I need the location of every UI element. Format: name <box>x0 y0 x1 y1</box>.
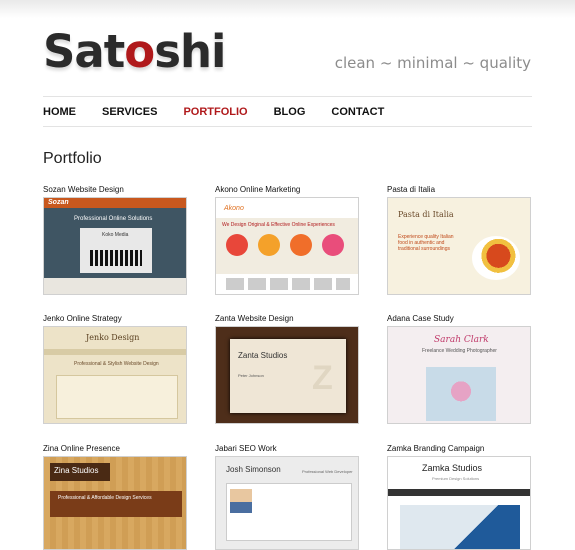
profile-photo-icon <box>230 489 252 513</box>
site-tagline: clean ~ minimal ~ quality <box>334 54 531 72</box>
portfolio-caption[interactable]: Jenko Online Strategy <box>43 314 187 326</box>
portfolio-caption[interactable]: Zanta Website Design <box>215 314 359 326</box>
z-watermark-icon: Z <box>312 359 333 397</box>
circle-icon <box>258 234 280 256</box>
thumb-headline: Professional Online Solutions <box>74 216 153 222</box>
portfolio-thumbnail[interactable]: Zina Studios Professional & Affordable D… <box>43 456 187 550</box>
divider-nav <box>43 126 532 127</box>
thumb-brand: Zanta Studios <box>238 351 288 360</box>
portfolio-thumbnail[interactable]: Akono We Design Original & Effective Onl… <box>215 197 359 295</box>
nav-blog[interactable]: BLOG <box>274 106 306 118</box>
thumb-headline: Premium Design Solutions <box>432 476 480 481</box>
portfolio-caption[interactable]: Adana Case Study <box>387 314 531 326</box>
thumb-headline: Professional Web Developer <box>302 469 353 474</box>
logo-text-start: Sat <box>43 25 125 78</box>
nav-portfolio[interactable]: PORTFOLIO <box>183 106 247 118</box>
portfolio-item[interactable]: Sozan Website Design Sozan Professional … <box>43 185 187 295</box>
thumb-footer <box>44 278 186 294</box>
site-logo[interactable]: Satoshi <box>43 25 226 78</box>
portfolio-item[interactable]: Zamka Branding Campaign Zamka Studios Pr… <box>387 444 531 550</box>
thumb-content <box>56 375 178 419</box>
portfolio-caption[interactable]: Zamka Branding Campaign <box>387 444 531 456</box>
portfolio-thumbnail[interactable]: Pasta di Italia Experience quality Itali… <box>387 197 531 295</box>
portfolio-item[interactable]: Zanta Website Design Zanta Studios Peter… <box>215 314 359 424</box>
portfolio-thumbnail[interactable]: Josh Simonson Professional Web Developer <box>215 456 359 550</box>
portfolio-caption[interactable]: Jabari SEO Work <box>215 444 359 456</box>
circle-icon <box>290 234 312 256</box>
thumb-sub: Koko Media <box>102 232 129 238</box>
nav-contact[interactable]: CONTACT <box>331 106 384 118</box>
portfolio-item[interactable]: Pasta di Italia Pasta di Italia Experien… <box>387 185 531 295</box>
nav-home[interactable]: HOME <box>43 106 76 118</box>
thumb-brand: Sarah Clark <box>434 335 489 345</box>
portfolio-item[interactable]: Akono Online Marketing Akono We Design O… <box>215 185 359 295</box>
circle-icon <box>226 234 248 256</box>
thumb-headline: Freelance Wedding Photographer <box>422 348 497 354</box>
thumb-screen: Koko Media <box>80 228 152 273</box>
bouquet-photo-icon <box>426 367 496 421</box>
portfolio-thumbnail[interactable]: Zamka Studios Premium Design Solutions <box>387 456 531 550</box>
portfolio-thumbnail[interactable]: Sozan Professional Online Solutions Koko… <box>43 197 187 295</box>
logo-text-o: o <box>124 25 155 78</box>
portfolio-thumbnail[interactable]: Zanta Studios Peter Johnson Z <box>215 326 359 424</box>
thumb-nav <box>44 349 186 355</box>
thumb-brand: Pasta di Italia <box>398 210 454 219</box>
people-silhouette-icon <box>90 250 142 266</box>
thumb-hero <box>400 505 520 549</box>
thumb-brand: Akono <box>224 205 244 212</box>
main-nav: HOME SERVICES PORTFOLIO BLOG CONTACT <box>43 106 410 118</box>
thumb-headline: Experience quality Italian food in authe… <box>398 234 454 252</box>
thumb-brand: Zamka Studios <box>422 463 483 473</box>
portfolio-thumbnail[interactable]: Jenko Design Professional & Stylish Webs… <box>43 326 187 424</box>
business-card: Zanta Studios Peter Johnson Z <box>230 339 346 413</box>
thumb-brand: Jenko Design <box>86 333 140 342</box>
thumb-headline: Professional & Stylish Website Design <box>74 361 159 367</box>
page-title: Portfolio <box>43 150 102 167</box>
thumb-strip <box>226 278 350 290</box>
thumb-brand: Sozan <box>48 199 69 206</box>
portfolio-item[interactable]: Jenko Online Strategy Jenko Design Profe… <box>43 314 187 424</box>
nav-services[interactable]: SERVICES <box>102 106 157 118</box>
pasta-plate-icon <box>472 236 520 280</box>
portfolio-caption[interactable]: Akono Online Marketing <box>215 185 359 197</box>
circle-icon <box>322 234 344 256</box>
thumb-headline: We Design Original & Effective Online Ex… <box>222 222 335 228</box>
thumb-headline: Peter Johnson <box>238 373 264 378</box>
divider-top <box>43 96 532 97</box>
portfolio-thumbnail[interactable]: Sarah Clark Freelance Wedding Photograph… <box>387 326 531 424</box>
portfolio-caption[interactable]: Pasta di Italia <box>387 185 531 197</box>
top-bar <box>0 0 575 18</box>
thumb-brand: Josh Simonson <box>226 465 281 474</box>
portfolio-item[interactable]: Zina Online Presence Zina Studios Profes… <box>43 444 187 550</box>
portfolio-caption[interactable]: Sozan Website Design <box>43 185 187 197</box>
portfolio-item[interactable]: Jabari SEO Work Josh Simonson Profession… <box>215 444 359 550</box>
thumb-nav <box>388 489 530 496</box>
thumb-brand: Zina Studios <box>54 466 99 475</box>
thumb-headline: Professional & Affordable Design Service… <box>58 495 152 501</box>
logo-text-end: shi <box>154 25 226 78</box>
portfolio-item[interactable]: Adana Case Study Sarah Clark Freelance W… <box>387 314 531 424</box>
portfolio-caption[interactable]: Zina Online Presence <box>43 444 187 456</box>
